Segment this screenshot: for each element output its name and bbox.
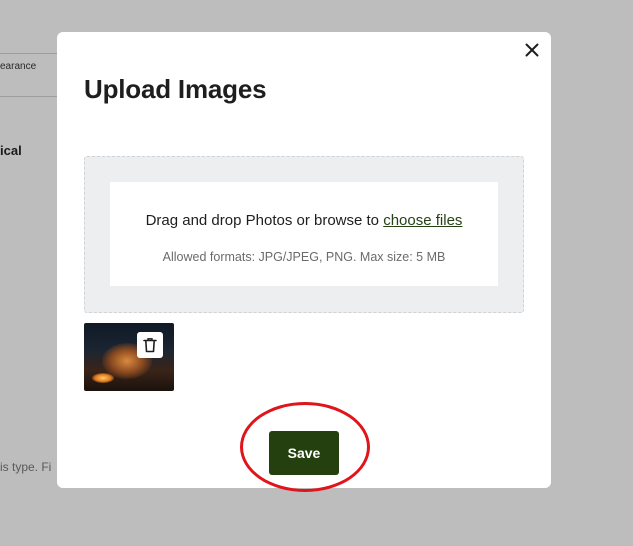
allowed-formats-text: Allowed formats: JPG/JPEG, PNG. Max size… bbox=[162, 250, 446, 264]
background-note: is type. Fi bbox=[0, 460, 52, 474]
close-icon bbox=[523, 41, 541, 59]
thumbnail-campfire bbox=[92, 373, 114, 383]
uploaded-image-thumbnail bbox=[84, 323, 174, 391]
close-button[interactable] bbox=[523, 41, 541, 59]
upload-images-modal: Upload Images Drag and drop Photos or br… bbox=[57, 32, 551, 492]
dropzone-instructions: Drag and drop Photos or browse to choose… bbox=[110, 212, 498, 229]
divider bbox=[0, 53, 60, 54]
dropzone-text: Drag and drop Photos or browse to bbox=[145, 212, 384, 229]
background-heading: ical bbox=[0, 143, 22, 158]
divider bbox=[0, 96, 60, 97]
choose-files-link[interactable]: choose files bbox=[383, 212, 462, 229]
file-dropzone[interactable]: Drag and drop Photos or browse to choose… bbox=[84, 156, 524, 313]
delete-image-button[interactable] bbox=[137, 332, 163, 358]
dropzone-panel: Drag and drop Photos or browse to choose… bbox=[110, 182, 498, 286]
save-button[interactable]: Save bbox=[269, 431, 339, 475]
modal-title: Upload Images bbox=[84, 74, 267, 104]
background-tab-label: earance bbox=[0, 61, 37, 72]
